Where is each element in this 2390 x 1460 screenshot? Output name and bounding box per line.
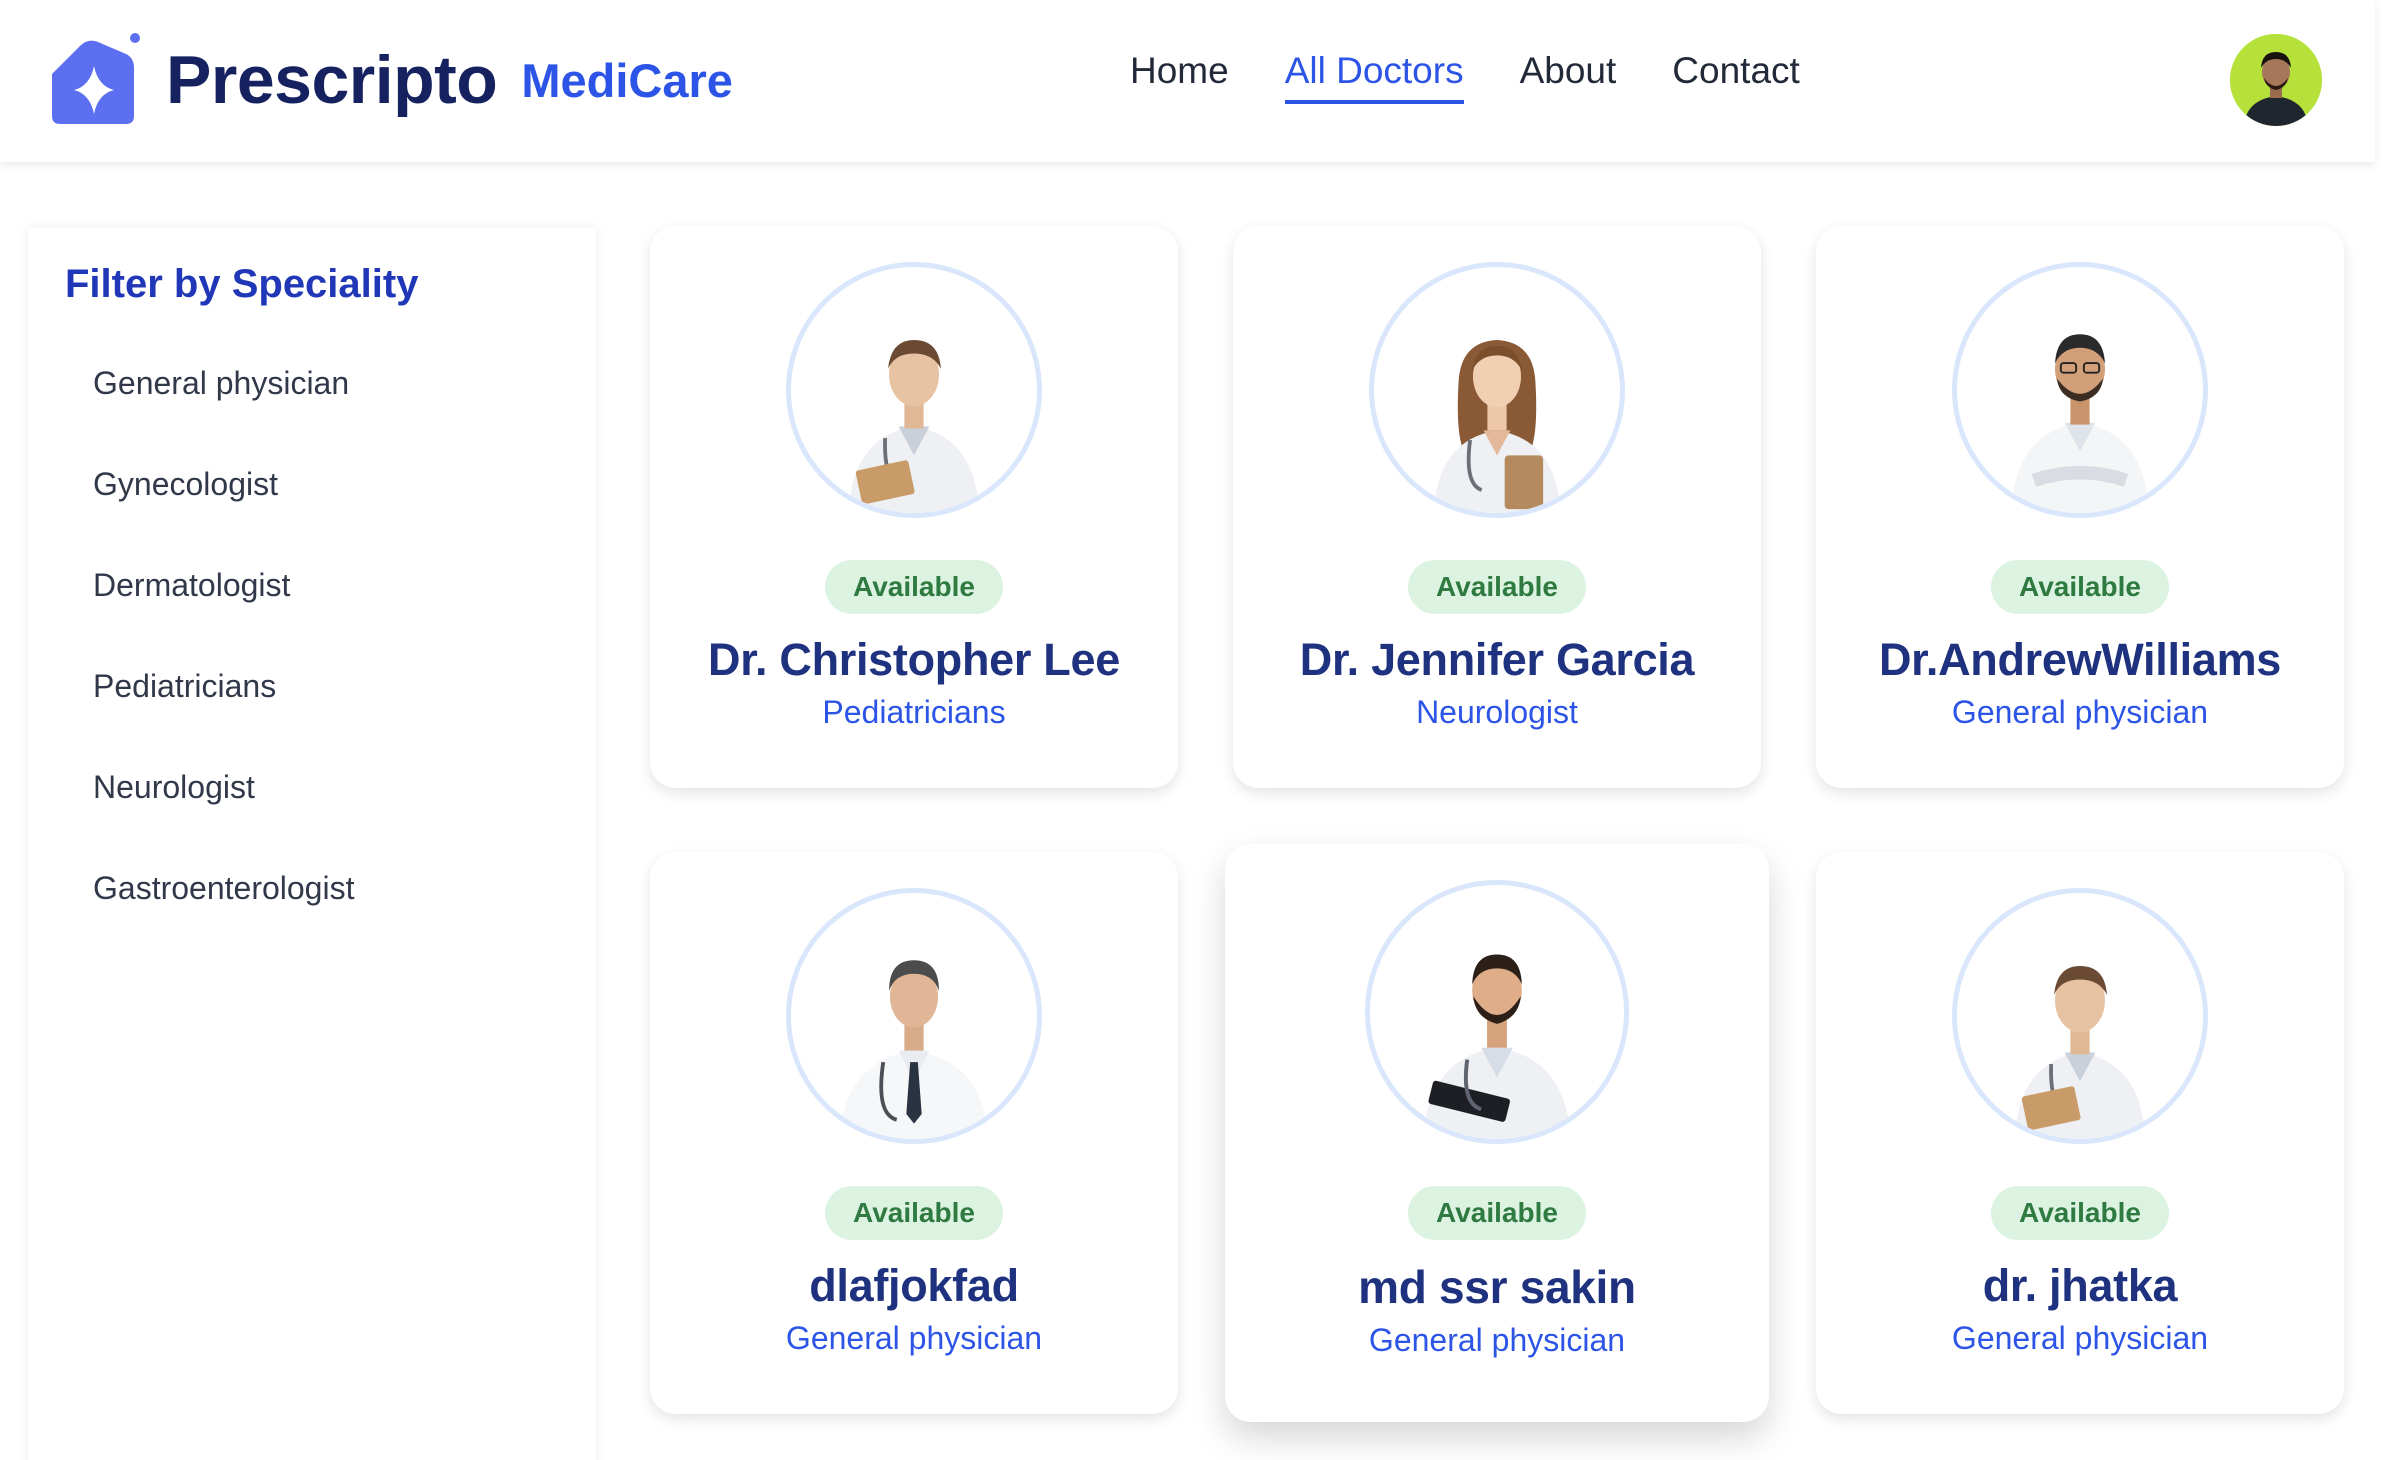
doctor-card[interactable]: Available dlafjokfad General physician — [650, 852, 1178, 1414]
brand-logo[interactable]: Prescripto MediCare — [46, 32, 733, 128]
availability-badge: Available — [1408, 1186, 1586, 1240]
doctor-portrait-icon — [848, 340, 980, 513]
main-nav: Home All Doctors About Contact — [1130, 50, 1856, 104]
logo-icon — [52, 33, 140, 124]
filter-neurologist[interactable]: Neurologist — [65, 759, 596, 860]
doctor-speciality: Neurologist — [1416, 694, 1578, 730]
doctor-name: md ssr sakin — [1358, 1261, 1636, 1313]
doctor-photo — [786, 262, 1042, 518]
top-navbar: Prescripto MediCare Home All Doctors Abo… — [0, 0, 2375, 162]
availability-badge: Available — [1991, 560, 2169, 614]
doctor-portrait-icon — [2010, 334, 2150, 513]
doctor-speciality: General physician — [1951, 694, 2209, 730]
doctor-name: Dr.AndrewWilliams — [1878, 634, 2282, 685]
doctor-portrait-icon — [1423, 954, 1571, 1139]
doctor-speciality: General physician — [1368, 1322, 1626, 1358]
filter-general-physician[interactable]: General physician — [65, 355, 596, 456]
availability-badge: Available — [1991, 1186, 2169, 1240]
speciality-list: General physician Gynecologist Dermatolo… — [65, 355, 596, 961]
nav-contact[interactable]: Contact — [1672, 50, 1800, 100]
doctor-portrait-icon — [1433, 340, 1561, 513]
brand-name: Prescripto — [166, 42, 498, 118]
doctor-name: Dr. Jennifer Garcia — [1299, 634, 1695, 685]
filter-gynecologist[interactable]: Gynecologist — [65, 456, 596, 557]
doctor-photo — [786, 888, 1042, 1144]
doctor-card[interactable]: Available Dr.AndrewWilliams General phys… — [1816, 226, 2344, 788]
filter-gastroenterologist[interactable]: Gastroenterologist — [65, 860, 596, 961]
doctor-name: Dr. Christopher Lee — [708, 634, 1120, 685]
doctor-portrait-icon — [2014, 966, 2146, 1139]
speciality-filter-panel: Filter by Speciality General physician G… — [28, 228, 596, 1460]
availability-badge: Available — [825, 560, 1003, 614]
user-avatar-icon — [2230, 34, 2322, 126]
user-avatar[interactable] — [2230, 34, 2322, 126]
doctor-photo — [1952, 262, 2208, 518]
doctor-name: dlafjokfad — [809, 1260, 1019, 1311]
filter-dermatologist[interactable]: Dermatologist — [65, 557, 596, 658]
doctor-card[interactable]: Available Dr. Jennifer Garcia Neurologis… — [1233, 226, 1761, 788]
doctor-portrait-icon — [839, 960, 989, 1139]
doctor-speciality: General physician — [785, 1320, 1043, 1356]
availability-badge: Available — [1408, 560, 1586, 614]
doctor-photo — [1952, 888, 2208, 1144]
doctor-card-hovered[interactable]: Available md ssr sakin General physician — [1225, 844, 1769, 1422]
doctor-card[interactable]: Available dr. jhatka General physician — [1816, 852, 2344, 1414]
doctor-photo — [1369, 262, 1625, 518]
nav-about[interactable]: About — [1520, 50, 1617, 100]
doctor-card[interactable]: Available Dr. Christopher Lee Pediatrici… — [650, 226, 1178, 788]
nav-home[interactable]: Home — [1130, 50, 1229, 100]
brand-subtitle: MediCare — [521, 53, 733, 107]
doctor-speciality: Pediatricians — [822, 694, 1006, 730]
availability-badge: Available — [825, 1186, 1003, 1240]
filter-title: Filter by Speciality — [65, 262, 419, 306]
doctor-speciality: General physician — [1951, 1320, 2209, 1356]
doctor-photo — [1365, 880, 1629, 1144]
nav-all-doctors[interactable]: All Doctors — [1284, 50, 1464, 104]
doctor-name: dr. jhatka — [1982, 1260, 2178, 1311]
filter-pediatricians[interactable]: Pediatricians — [65, 658, 596, 759]
